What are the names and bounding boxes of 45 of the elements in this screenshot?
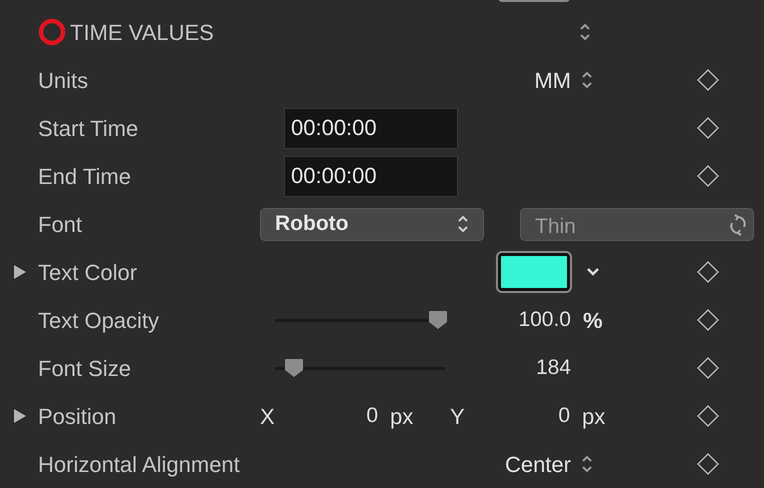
property-label: End Time [38,164,131,188]
keyframe-diamond-icon[interactable] [697,357,719,379]
slider-thumb[interactable] [428,310,448,330]
section-title: TIME VALUES [70,18,215,46]
stepper-icon[interactable] [581,454,593,474]
stepper-icon[interactable] [579,22,591,42]
slider-value[interactable]: 184 [536,352,571,384]
axis-label: Y [450,402,466,430]
property-label: Horizontal Alignment [38,452,240,476]
time-field[interactable]: 00:00:00 [284,156,458,196]
ring-icon [38,18,66,46]
y-value[interactable]: 0 [558,400,570,432]
keyframe-diamond-icon[interactable] [697,117,719,139]
keyframe-diamond-icon[interactable] [697,261,719,283]
slider-thumb[interactable] [284,358,304,378]
unit-label: px [390,402,414,431]
keyframe-diamond-icon[interactable] [697,69,719,91]
property-label: Text Color [38,260,138,284]
keyframe-diamond-icon[interactable] [697,165,719,187]
time-field[interactable]: 00:00:00 [284,108,458,148]
popup-value[interactable]: MM [534,64,571,96]
x-value[interactable]: 0 [366,400,378,432]
unit-label: px [582,402,606,431]
property-label: Start Time [38,116,138,140]
popup-value[interactable]: Center [504,448,571,480]
disclosure-triangle-icon[interactable] [13,265,27,279]
property-label: Text Opacity [38,308,160,332]
font-family-dropdown[interactable]: Roboto [260,208,484,240]
keyframe-diamond-icon[interactable] [697,309,719,331]
property-label: Font Size [38,356,131,380]
disclosure-triangle-icon[interactable] [13,409,27,423]
slider-value[interactable]: 100.0 [518,304,571,336]
property-label: Position [38,404,116,428]
property-label: Font [38,212,82,236]
reset-icon [729,214,747,236]
stepper-icon [457,214,469,234]
stepper-icon[interactable] [581,70,593,90]
chevron-down-icon[interactable] [586,267,600,277]
font-weight-value: Thin [535,214,576,238]
unit-label: % [583,306,603,334]
color-swatch[interactable] [498,253,570,291]
axis-label: X [260,402,276,430]
property-label: Units [38,68,88,92]
keyframe-diamond-icon[interactable] [697,453,719,475]
keyframe-diamond-icon[interactable] [697,405,719,427]
